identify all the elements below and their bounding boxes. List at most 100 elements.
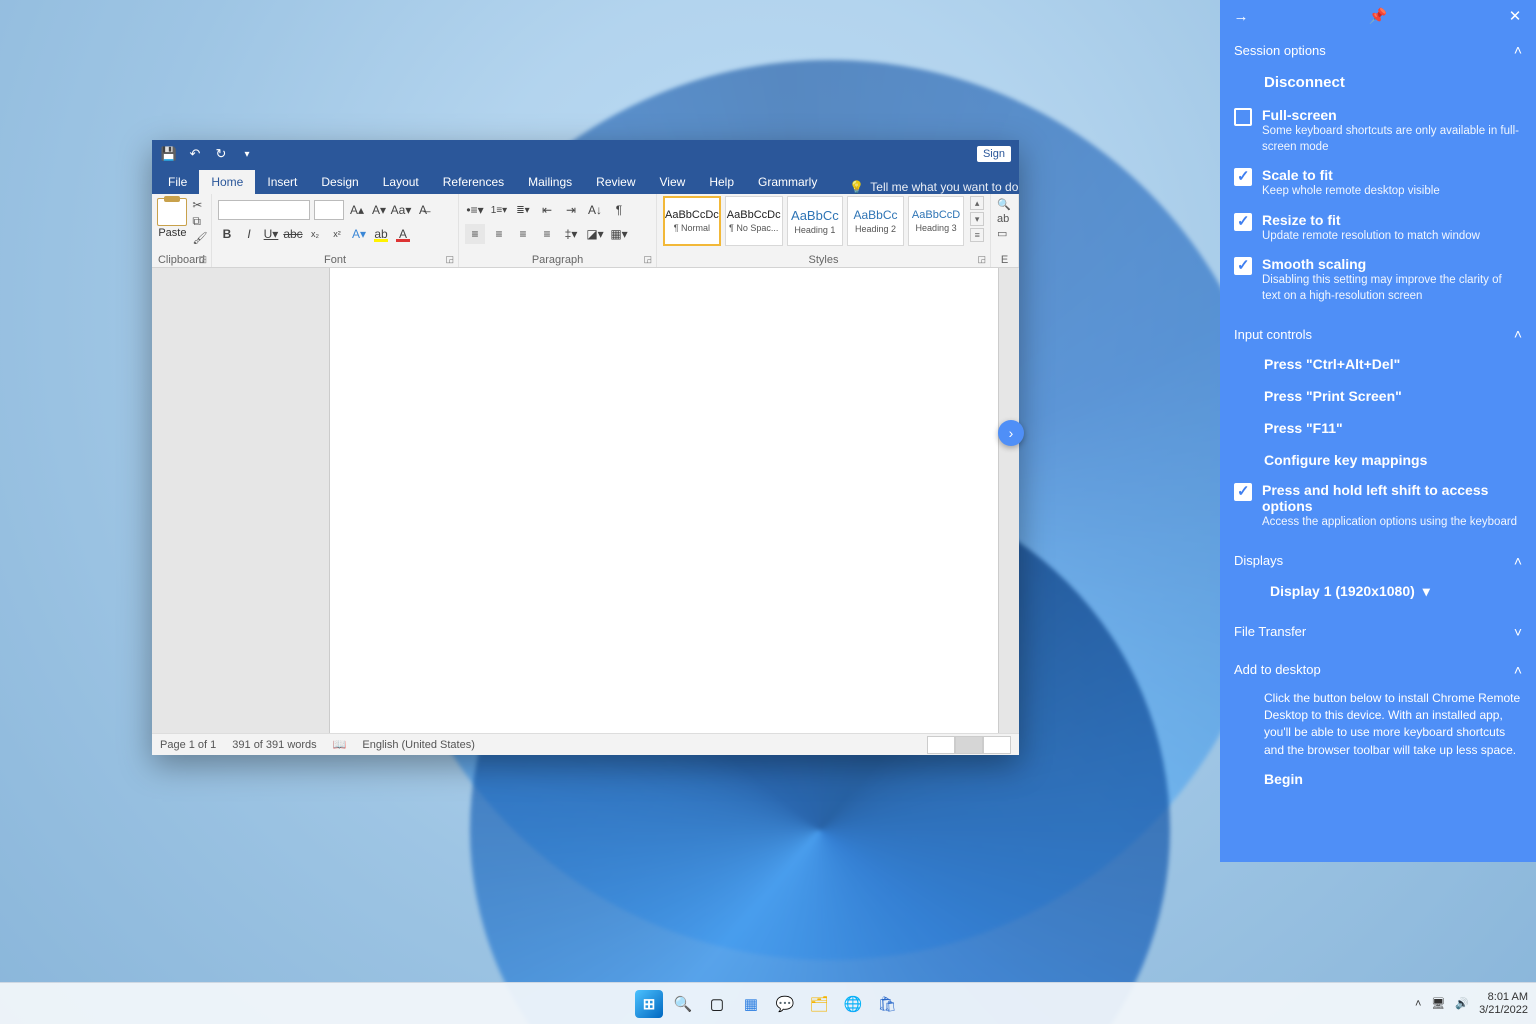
shading-icon[interactable]: ◪▾ (585, 224, 605, 244)
underline-button[interactable]: U▾ (262, 224, 280, 244)
align-left-icon[interactable]: ≡ (465, 224, 485, 244)
checkbox-shift-access[interactable] (1234, 483, 1252, 501)
clock[interactable]: 8:01 AM 3/21/2022 (1479, 991, 1528, 1016)
close-icon[interactable]: ✕ (1504, 7, 1526, 25)
volume-icon[interactable]: 🔊 (1455, 997, 1469, 1010)
shrink-font-icon[interactable]: A▾ (370, 200, 388, 220)
sign-in-button[interactable]: Sign (977, 146, 1011, 162)
system-tray[interactable]: ˄ 🖥 🔊 8:01 AM 3/21/2022 (1415, 991, 1528, 1016)
web-layout-button[interactable] (983, 736, 1011, 754)
line-spacing-icon[interactable]: ‡▾ (561, 224, 581, 244)
style-heading1[interactable]: AaBbCc Heading 1 (787, 196, 844, 246)
read-mode-button[interactable] (927, 736, 955, 754)
tab-grammarly[interactable]: Grammarly (746, 170, 829, 194)
clipboard-launcher-icon[interactable]: ◲ (198, 254, 207, 265)
font-color-button[interactable]: A (394, 224, 412, 244)
styles-launcher-icon[interactable]: ◲ (977, 254, 986, 265)
print-layout-button[interactable] (955, 736, 983, 754)
option-scale[interactable]: Scale to fit Keep whole remote desktop v… (1234, 161, 1522, 206)
sort-icon[interactable]: A↓ (585, 200, 605, 220)
numbering-icon[interactable]: 1≡▾ (489, 200, 509, 220)
superscript-button[interactable]: x² (328, 224, 346, 244)
undock-icon[interactable]: → (1230, 8, 1252, 25)
file-explorer-icon[interactable]: 🗂 (805, 990, 833, 1018)
panel-collapse-handle[interactable]: › (998, 420, 1024, 446)
show-marks-icon[interactable]: ¶ (609, 200, 629, 220)
chevron-up-icon[interactable]: ˄ (1415, 998, 1421, 1010)
align-right-icon[interactable]: ≡ (513, 224, 533, 244)
paste-button[interactable]: Paste (155, 198, 189, 245)
increase-indent-icon[interactable]: ⇥ (561, 200, 581, 220)
status-words[interactable]: 391 of 391 words (232, 739, 316, 751)
style-no-spacing[interactable]: AaBbCcDc ¶ No Spac... (725, 196, 783, 246)
begin-button[interactable]: Begin (1234, 763, 1522, 791)
section-file-transfer[interactable]: File Transfer ˅ (1234, 618, 1522, 646)
tab-design[interactable]: Design (309, 170, 370, 194)
italic-button[interactable]: I (240, 224, 258, 244)
format-painter-icon[interactable]: 🖌 (192, 231, 207, 245)
save-icon[interactable]: 💾 (160, 146, 178, 162)
clear-format-icon[interactable]: A̶ (414, 200, 432, 220)
disconnect-button[interactable]: Disconnect (1234, 64, 1522, 101)
replace-icon[interactable]: ab (997, 213, 1012, 225)
gallery-up-icon[interactable]: ▴ (970, 196, 984, 210)
grow-font-icon[interactable]: A▴ (348, 200, 366, 220)
section-input-controls[interactable]: Input controls ˄ (1234, 320, 1522, 348)
tab-references[interactable]: References (431, 170, 516, 194)
pin-icon[interactable]: 📌 (1367, 7, 1389, 25)
tell-me-search[interactable]: 💡 Tell me what you want to do (849, 180, 1018, 194)
change-case-icon[interactable]: Aa▾ (392, 200, 410, 220)
option-resize[interactable]: Resize to fit Update remote resolution t… (1234, 206, 1522, 251)
font-size-combo[interactable] (314, 200, 344, 220)
document-area[interactable] (152, 268, 1019, 733)
bold-button[interactable]: B (218, 224, 236, 244)
option-fullscreen[interactable]: Full-screen Some keyboard shortcuts are … (1234, 101, 1522, 161)
tab-review[interactable]: Review (584, 170, 647, 194)
status-language[interactable]: English (United States) (362, 739, 475, 751)
gallery-down-icon[interactable]: ▾ (970, 212, 984, 226)
press-f11-button[interactable]: Press "F11" (1234, 412, 1522, 444)
align-justify-icon[interactable]: ≡ (537, 224, 557, 244)
tab-mailings[interactable]: Mailings (516, 170, 584, 194)
subscript-button[interactable]: x₂ (306, 224, 324, 244)
styles-gallery-scroll[interactable]: ▴ ▾ ≡ (970, 196, 984, 242)
network-icon[interactable]: 🖥 (1431, 997, 1445, 1010)
option-shift-access[interactable]: Press and hold left shift to access opti… (1234, 476, 1522, 537)
tab-layout[interactable]: Layout (371, 170, 431, 194)
word-titlebar[interactable]: 💾 ↶ ↻ ▾ Sign (152, 140, 1019, 168)
multilevel-icon[interactable]: ≣▾ (513, 200, 533, 220)
font-name-combo[interactable] (218, 200, 310, 220)
section-displays[interactable]: Displays ˄ (1234, 547, 1522, 575)
display-selector[interactable]: Display 1 (1920x1080) ▾ (1234, 575, 1522, 608)
align-center-icon[interactable]: ≡ (489, 224, 509, 244)
document-page[interactable] (329, 268, 999, 733)
widgets-icon[interactable]: ▦ (737, 990, 765, 1018)
qat-more-icon[interactable]: ▾ (238, 149, 256, 160)
copy-icon[interactable]: ⧉ (192, 214, 207, 229)
bullets-icon[interactable]: •≡▾ (465, 200, 485, 220)
style-heading2[interactable]: AaBbCc Heading 2 (847, 196, 904, 246)
decrease-indent-icon[interactable]: ⇤ (537, 200, 557, 220)
borders-icon[interactable]: ▦▾ (609, 224, 629, 244)
search-icon[interactable]: 🔍 (669, 990, 697, 1018)
task-view-icon[interactable]: ▢ (703, 990, 731, 1018)
section-add-to-desktop[interactable]: Add to desktop ˄ (1234, 656, 1522, 684)
checkbox-fullscreen[interactable] (1234, 108, 1252, 126)
tab-home[interactable]: Home (199, 170, 255, 194)
tab-view[interactable]: View (648, 170, 698, 194)
tab-file[interactable]: File (156, 170, 199, 194)
cut-icon[interactable]: ✂ (192, 198, 207, 212)
find-icon[interactable]: 🔍 (997, 198, 1012, 211)
highlight-button[interactable]: ab (372, 224, 390, 244)
strikethrough-button[interactable]: abc (284, 224, 302, 244)
text-effects-icon[interactable]: A▾ (350, 224, 368, 244)
chat-icon[interactable]: 💬 (771, 990, 799, 1018)
configure-keys-button[interactable]: Configure key mappings (1234, 444, 1522, 476)
checkbox-resize[interactable] (1234, 213, 1252, 231)
redo-icon[interactable]: ↻ (212, 146, 230, 162)
status-page[interactable]: Page 1 of 1 (160, 739, 216, 751)
select-icon[interactable]: ▭ (997, 227, 1012, 240)
paragraph-launcher-icon[interactable]: ◲ (643, 254, 652, 265)
checkbox-smooth[interactable] (1234, 257, 1252, 275)
option-smooth[interactable]: Smooth scaling Disabling this setting ma… (1234, 250, 1522, 310)
